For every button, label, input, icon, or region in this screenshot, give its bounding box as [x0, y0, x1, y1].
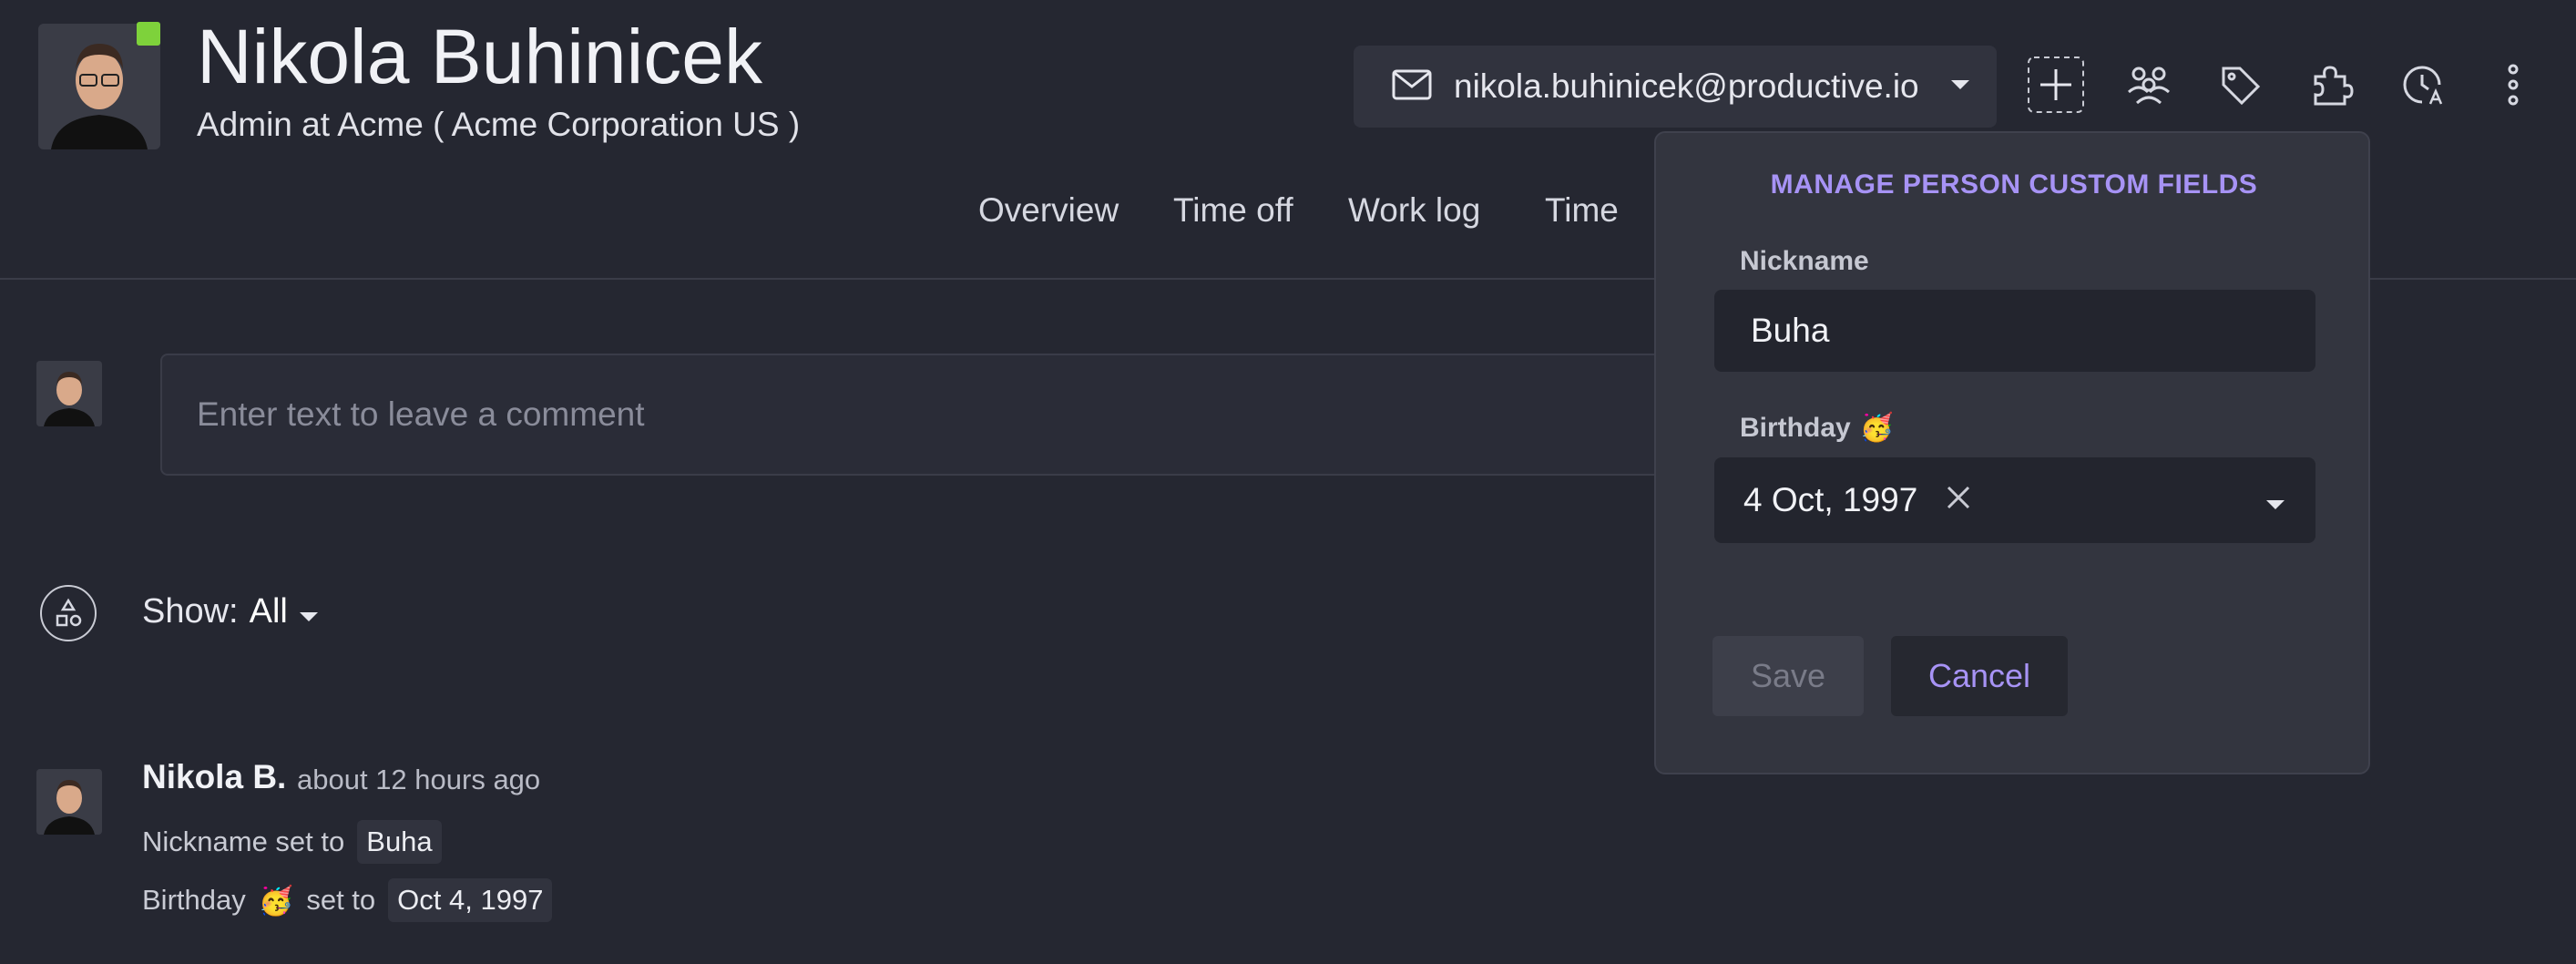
nickname-label-text: Nickname	[1740, 246, 1869, 276]
activity-birthday-text: Birthday	[142, 884, 246, 916]
save-button[interactable]: Save	[1712, 636, 1864, 716]
birthday-label-text: Birthday	[1740, 412, 1851, 443]
birthday-date-value: 4 Oct, 1997	[1743, 481, 1918, 518]
chevron-down-icon	[299, 592, 319, 631]
tab-time[interactable]: Time	[1545, 191, 1619, 230]
chevron-down-icon	[1949, 78, 1971, 96]
nickname-input-value: Buha	[1751, 312, 1830, 349]
comment-input[interactable]: Enter text to leave a comment	[160, 354, 1891, 476]
activity-nickname-value: Buha	[357, 820, 442, 864]
popover-title: MANAGE PERSON CUSTOM FIELDS	[1770, 169, 2258, 200]
comment-placeholder: Enter text to leave a comment	[197, 395, 645, 433]
more-vertical-icon[interactable]	[2485, 56, 2541, 113]
party-emoji-icon: 🥳	[1859, 413, 1895, 443]
birthday-date-picker[interactable]: 4 Oct, 1997	[1714, 457, 2315, 543]
birthday-label: Birthday 🥳	[1740, 412, 1894, 444]
show-filter-label: Show:	[142, 592, 239, 631]
show-filter-value: All	[249, 592, 288, 631]
activity-birthday-set-text: set to	[306, 884, 376, 916]
activity-birthday-change: Birthday 🥳 set to Oct 4, 1997	[142, 878, 553, 922]
activity-birthday-value: Oct 4, 1997	[388, 878, 553, 922]
nickname-input[interactable]: Buha	[1714, 290, 2315, 372]
tab-time-off[interactable]: Time off	[1173, 191, 1293, 230]
current-user-avatar	[36, 361, 102, 426]
activity-avatar	[36, 769, 102, 835]
add-button[interactable]	[2028, 56, 2084, 113]
person-role: Admin at Acme ( Acme Corporation US )	[197, 106, 801, 143]
clear-icon[interactable]	[1945, 481, 1972, 519]
cancel-button[interactable]: Cancel	[1891, 636, 2068, 716]
activity-timestamp: about 12 hours ago	[297, 764, 541, 795]
shapes-icon[interactable]	[40, 585, 97, 641]
puzzle-icon[interactable]	[2303, 56, 2359, 113]
party-emoji-icon: 🥳	[258, 884, 294, 917]
online-status-indicator	[137, 22, 160, 46]
activity-nickname-text: Nickname set to	[142, 826, 345, 857]
tab-overview[interactable]: Overview	[978, 191, 1119, 230]
email-dropdown[interactable]: nikola.buhinicek@productive.io	[1354, 46, 1997, 128]
people-icon[interactable]	[2121, 56, 2177, 113]
person-name: Nikola Buhinicek	[197, 14, 762, 99]
activity-author[interactable]: Nikola B.	[142, 758, 286, 796]
chevron-down-icon[interactable]	[2264, 481, 2286, 519]
activity-nickname-change: Nickname set to Buha	[142, 820, 442, 864]
nickname-label: Nickname	[1740, 246, 1869, 277]
custom-fields-popover: MANAGE PERSON CUSTOM FIELDS Nickname Buh…	[1654, 131, 2370, 774]
clock-icon[interactable]	[2394, 56, 2450, 113]
tab-work-log[interactable]: Work log	[1348, 191, 1480, 230]
mail-icon	[1392, 69, 1432, 105]
email-address: nikola.buhinicek@productive.io	[1454, 67, 1919, 105]
show-filter[interactable]: Show: All	[142, 592, 319, 631]
tag-icon[interactable]	[2212, 56, 2268, 113]
